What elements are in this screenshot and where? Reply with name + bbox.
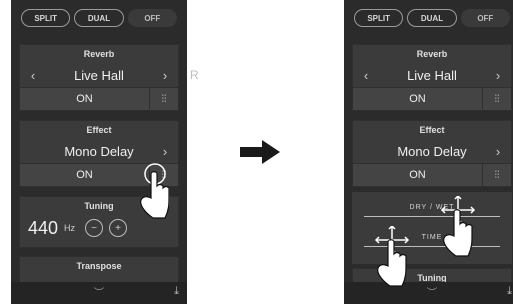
effect-title: Effect: [86, 125, 112, 135]
partial-letter: R: [190, 68, 199, 82]
effect-selector-after: Mono Delay ›: [353, 139, 511, 163]
mode-selector: SPLIT DUAL OFF: [21, 8, 177, 28]
reverb-next-icon-after[interactable]: ›: [493, 68, 503, 83]
mode-selector-after: SPLIT DUAL OFF: [354, 8, 510, 28]
tuning-value: 440: [28, 217, 59, 238]
effect-value: Mono Delay: [64, 143, 134, 159]
chevron-down-icon[interactable]: ︶: [94, 284, 104, 299]
dual-button[interactable]: DUAL: [74, 9, 124, 27]
transpose-title: Transpose: [76, 261, 122, 271]
reverb-title: Reverb: [83, 49, 115, 59]
reverb-title-after: Reverb: [416, 49, 448, 59]
reverb-value: Live Hall: [74, 67, 124, 83]
share-icon-after[interactable]: ⤓: [507, 285, 512, 298]
drag-hand-icon: [440, 196, 476, 257]
effect-next-icon[interactable]: ›: [160, 144, 170, 159]
dual-button-after[interactable]: DUAL: [407, 9, 457, 27]
phone-screen-after: SPLIT DUAL OFF Reverb ‹ Live Hall › ON ⫶…: [344, 0, 513, 304]
effect-value-after: Mono Delay: [397, 143, 467, 159]
effect-next-icon-after[interactable]: ›: [493, 144, 503, 159]
reverb-card-after: Reverb ‹ Live Hall › ON ⫶⫶: [352, 44, 512, 111]
split-button[interactable]: SPLIT: [21, 9, 71, 27]
tuning-minus-button[interactable]: −: [85, 219, 104, 237]
pointing-hand-icon: [140, 163, 169, 219]
reverb-prev-icon-after[interactable]: ‹: [361, 68, 371, 83]
reverb-prev-icon[interactable]: ‹: [28, 68, 38, 83]
reverb-selector: ‹ Live Hall ›: [20, 63, 178, 87]
tuning-plus-button[interactable]: +: [109, 219, 128, 237]
tuning-unit: Hz: [64, 223, 76, 233]
off-button[interactable]: OFF: [127, 9, 177, 27]
reverb-next-icon[interactable]: ›: [160, 68, 170, 83]
effect-settings-icon-after[interactable]: ⫶⫶: [483, 164, 511, 186]
effect-card-after: Effect Mono Delay › ON ⫶⫶: [352, 120, 512, 187]
reverb-selector-after: ‹ Live Hall ›: [353, 63, 511, 87]
phone-screen-before: SPLIT DUAL OFF Reverb ‹ Live Hall › ON ⫶…: [11, 0, 187, 304]
off-button-after[interactable]: OFF: [460, 9, 510, 27]
effect-on-button-after[interactable]: ON: [353, 164, 483, 186]
share-icon[interactable]: ⤓: [174, 285, 179, 298]
split-button-after[interactable]: SPLIT: [354, 9, 404, 27]
reverb-card: Reverb ‹ Live Hall › ON ⫶⫶: [19, 44, 179, 111]
reverb-settings-icon-after[interactable]: ⫶⫶: [483, 88, 511, 110]
drag-hand-icon: [374, 226, 410, 287]
reverb-settings-icon[interactable]: ⫶⫶: [150, 88, 178, 110]
effect-title-after: Effect: [419, 125, 445, 135]
reverb-on-button-after[interactable]: ON: [353, 88, 483, 110]
chevron-down-icon-after[interactable]: ︶: [427, 284, 437, 299]
reverb-value-after: Live Hall: [407, 67, 457, 83]
bottom-bar: ︶ ⤓: [11, 282, 187, 304]
reverb-on-button[interactable]: ON: [20, 88, 150, 110]
flow-arrow-icon: [240, 140, 280, 164]
